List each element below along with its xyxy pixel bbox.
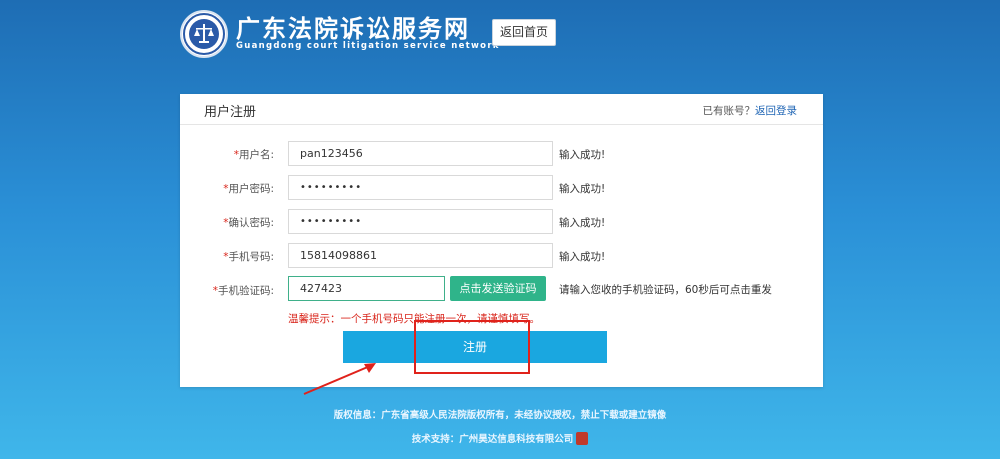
court-emblem-logo xyxy=(180,10,228,58)
register-button[interactable]: 注册 xyxy=(343,331,607,363)
password-input[interactable]: ••••••••• xyxy=(288,175,553,200)
home-button[interactable]: 返回首页 xyxy=(492,19,556,46)
password-label: *用户密码: xyxy=(223,183,274,195)
username-input[interactable]: pan123456 xyxy=(288,141,553,166)
username-status: 输入成功! xyxy=(559,149,606,161)
warm-tip: 温馨提示：一个手机号码只能注册一次，请谨慎填写。 xyxy=(288,313,540,325)
card-header: 用户注册 已有账号？返回登录 xyxy=(180,94,823,125)
username-label: *用户名: xyxy=(233,149,274,161)
footer-support: 技术支持：广州昊达信息科技有限公司 xyxy=(0,431,1000,446)
confirm-password-input[interactable]: ••••••••• xyxy=(288,209,553,234)
site-subtitle: Guangdong court litigation service netwo… xyxy=(236,41,500,51)
sms-code-label: *手机验证码: xyxy=(212,285,274,297)
sms-code-hint: 请输入您收的手机验证码，60秒后可点击重发 xyxy=(559,284,772,296)
register-card: 用户注册 已有账号？返回登录 *用户名: pan123456 输入成功! *用户… xyxy=(180,94,823,387)
have-account-text: 已有账号？ xyxy=(702,105,756,117)
phone-input[interactable]: 15814098861 xyxy=(288,243,553,268)
confirm-password-label: *确认密码: xyxy=(223,217,274,229)
card-title: 用户注册 xyxy=(204,105,257,120)
phone-label: *手机号码: xyxy=(223,251,274,263)
site-title: 广东法院诉讼服务网 xyxy=(236,14,470,43)
sms-code-input[interactable]: 427423 xyxy=(288,276,445,301)
send-sms-code-button[interactable]: 点击发送验证码 xyxy=(450,276,546,301)
login-hint: 已有账号？返回登录 xyxy=(703,103,798,118)
password-status: 输入成功! xyxy=(559,183,606,195)
footer-support-text: 技术支持：广州昊达信息科技有限公司 xyxy=(411,434,574,445)
phone-status: 输入成功! xyxy=(559,251,606,263)
annotation-arrow-icon xyxy=(303,363,376,395)
back-to-login-link[interactable]: 返回登录 xyxy=(755,105,797,117)
footer-copyright: 版权信息：广东省高级人民法院版权所有，未经协议授权，禁止下载或建立镜像 xyxy=(333,410,667,421)
company-logo-icon xyxy=(576,432,589,445)
confirm-password-status: 输入成功! xyxy=(559,217,606,229)
